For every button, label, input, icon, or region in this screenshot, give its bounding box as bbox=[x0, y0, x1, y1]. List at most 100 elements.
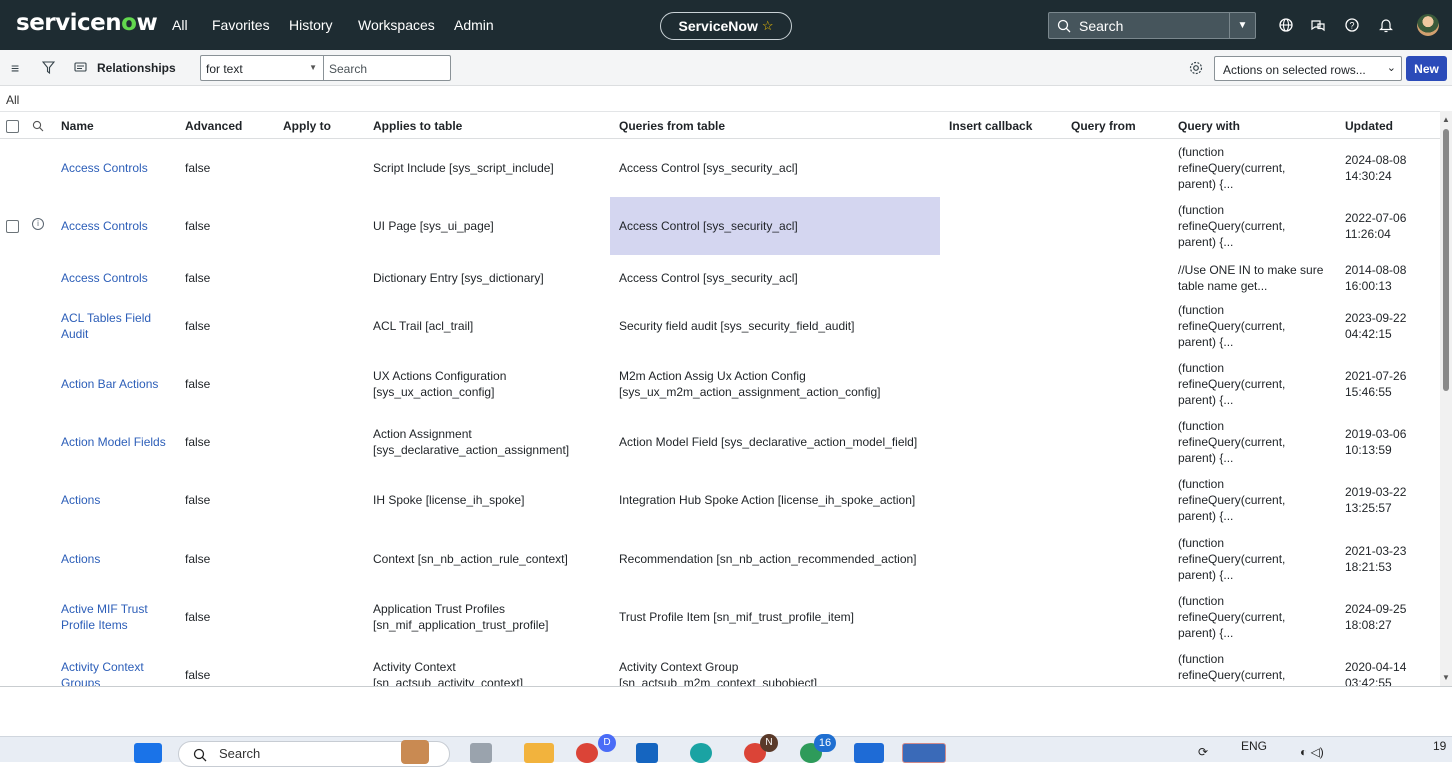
table-row[interactable]: Action Bar Actions false UX Actions Config… bbox=[0, 355, 1440, 413]
cell-applies-to-table-line: [sn_actsub_activity_context] bbox=[373, 676, 524, 686]
cell-name-line: Access Controls bbox=[61, 271, 148, 285]
cell-advanced-line: false bbox=[185, 552, 211, 566]
vertical-scrollbar[interactable]: ▲ ▼ bbox=[1440, 111, 1452, 687]
cell-updated-line: 15:46:55 bbox=[1345, 385, 1392, 399]
help-icon[interactable]: ? bbox=[1342, 15, 1362, 35]
search-field-select[interactable]: for text ▼ bbox=[200, 55, 324, 81]
hamburger-menu-icon[interactable]: ≡ bbox=[11, 60, 19, 76]
cell-query-with-line: refineQuery(current, bbox=[1178, 435, 1286, 449]
active-app-icon[interactable] bbox=[902, 743, 946, 763]
cell-name[interactable]: Actions bbox=[61, 551, 179, 567]
actions-on-selected-rows-select[interactable]: Actions on selected rows... ⌄ bbox=[1214, 56, 1402, 81]
scroll-up-icon[interactable]: ▲ bbox=[1442, 115, 1450, 124]
nav-workspaces[interactable]: Workspaces bbox=[358, 17, 435, 33]
nav-all[interactable]: All bbox=[172, 17, 188, 33]
cell-name[interactable]: Actions bbox=[61, 492, 179, 508]
cell-name[interactable]: Action Bar Actions bbox=[61, 376, 179, 392]
search-scope-dropdown[interactable]: ▼ bbox=[1229, 13, 1255, 38]
filter-icon[interactable] bbox=[42, 61, 55, 74]
table-row[interactable]: ACL Tables Field Audit false ACL Trail [acl… bbox=[0, 297, 1440, 355]
bell-icon[interactable] bbox=[1376, 15, 1396, 35]
list-context-icon[interactable] bbox=[74, 62, 88, 74]
column-apply-to[interactable]: Apply to bbox=[283, 119, 331, 133]
table-row[interactable]: Active MIF Trust Profile Items false Applic… bbox=[0, 588, 1440, 646]
global-search[interactable]: Search ▼ bbox=[1048, 12, 1256, 39]
clock[interactable]: 19 bbox=[1433, 739, 1446, 753]
cell-updated: 2021-07-26 15:46:55 bbox=[1345, 368, 1435, 400]
cell-advanced-line: false bbox=[185, 161, 211, 175]
column-name[interactable]: Name bbox=[61, 119, 94, 133]
outlook-icon[interactable] bbox=[854, 743, 884, 763]
star-icon[interactable]: ☆ bbox=[762, 18, 774, 34]
scrollbar-thumb[interactable] bbox=[1443, 129, 1449, 391]
table-row[interactable]: Activity Context Groups false Activity Cont… bbox=[0, 646, 1440, 686]
breadcrumb[interactable]: All bbox=[6, 93, 19, 107]
cell-query-with: (function refineQuery(current, parent) {..… bbox=[1178, 360, 1338, 408]
table-row[interactable]: Action Model Fields false Action Assignmen… bbox=[0, 413, 1440, 471]
cell-updated-line: 2021-07-26 bbox=[1345, 369, 1407, 383]
cell-applies-to-table-line: ACL Trail [acl_trail] bbox=[373, 319, 474, 333]
cell-name-line: Audit bbox=[61, 327, 89, 341]
user-avatar[interactable] bbox=[1417, 14, 1439, 36]
column-updated[interactable]: Updated bbox=[1345, 119, 1393, 133]
cell-queries-from-table: Access Control [sys_security_acl] bbox=[619, 218, 939, 234]
cell-name[interactable]: ACL Tables Field Audit bbox=[61, 310, 179, 342]
volume-icon[interactable]: ◐ ◁) bbox=[1300, 745, 1324, 759]
chrome-profile-d-icon[interactable] bbox=[576, 743, 598, 763]
cell-updated: 2020-04-14 03:42:55 bbox=[1345, 659, 1435, 686]
cell-updated-line: 11:26:04 bbox=[1345, 227, 1391, 241]
cell-name[interactable]: Access Controls bbox=[61, 160, 179, 176]
nav-history[interactable]: History bbox=[289, 17, 333, 33]
chat-icon[interactable] bbox=[1308, 15, 1328, 35]
info-icon[interactable]: i bbox=[32, 218, 44, 230]
cell-name[interactable]: Access Controls bbox=[61, 218, 179, 234]
search-icon[interactable] bbox=[32, 120, 44, 132]
taskbar-search[interactable]: Search bbox=[178, 740, 450, 767]
cell-name[interactable]: Action Model Fields bbox=[61, 434, 179, 450]
table-row[interactable]: Access Controls false Script Include [sys_… bbox=[0, 139, 1440, 197]
cell-applies-to-table: Application Trust Profiles [sn_mif_applic… bbox=[373, 601, 603, 633]
cell-name[interactable]: Active MIF Trust Profile Items bbox=[61, 601, 179, 633]
column-query-from[interactable]: Query from bbox=[1071, 119, 1136, 133]
new-button[interactable]: New bbox=[1406, 56, 1447, 81]
windows-start-icon[interactable] bbox=[134, 743, 162, 763]
cell-query-with-line: parent) {... bbox=[1178, 177, 1234, 191]
scroll-down-icon[interactable]: ▼ bbox=[1442, 673, 1450, 682]
file-explorer-icon[interactable] bbox=[524, 743, 554, 763]
cell-name[interactable]: Activity Context Groups bbox=[61, 659, 179, 686]
store-icon[interactable] bbox=[636, 743, 658, 763]
globe-icon[interactable] bbox=[1276, 15, 1296, 35]
cell-name[interactable]: Access Controls bbox=[61, 270, 179, 286]
task-view-icon[interactable] bbox=[470, 743, 492, 763]
language-indicator[interactable]: ENG bbox=[1241, 739, 1267, 753]
search-icon bbox=[193, 748, 207, 762]
list-title[interactable]: Relationships bbox=[97, 61, 176, 75]
network-icon[interactable]: ⟳ bbox=[1198, 745, 1208, 759]
column-insert-callback[interactable]: Insert callback bbox=[949, 119, 1032, 133]
cell-advanced: false bbox=[185, 318, 245, 334]
column-applies-to-table[interactable]: Applies to table bbox=[373, 119, 462, 133]
cell-advanced-line: false bbox=[185, 435, 211, 449]
nav-favorites[interactable]: Favorites bbox=[212, 17, 270, 33]
table-row[interactable]: Actions false IH Spoke [license_ih_spoke] I… bbox=[0, 471, 1440, 529]
table-row[interactable]: Actions false Context [sn_nb_action_rule_c… bbox=[0, 530, 1440, 588]
nav-admin[interactable]: Admin bbox=[454, 17, 494, 33]
cell-updated-line: 13:25:57 bbox=[1345, 501, 1392, 515]
cell-query-with: (function refineQuery(current, parent) {..… bbox=[1178, 202, 1338, 250]
servicenow-logo[interactable]: servicenow bbox=[16, 10, 158, 36]
cell-advanced: false bbox=[185, 551, 245, 567]
cell-queries-from-table-line: Integration Hub Spoke Action [license_ih… bbox=[619, 493, 916, 507]
column-advanced[interactable]: Advanced bbox=[185, 119, 242, 133]
instance-name-button[interactable]: ServiceNow ☆ bbox=[660, 12, 792, 40]
column-queries-from-table[interactable]: Queries from table bbox=[619, 119, 725, 133]
column-query-with[interactable]: Query with bbox=[1178, 119, 1240, 133]
gear-icon[interactable] bbox=[1188, 60, 1204, 76]
cell-query-with-line: (function bbox=[1178, 536, 1225, 550]
table-row[interactable]: i Access Controls false UI Page [sys_ui_pag… bbox=[0, 197, 1440, 255]
select-all-checkbox[interactable] bbox=[6, 120, 19, 133]
cell-advanced-line: false bbox=[185, 271, 211, 285]
list-search-input[interactable]: Search bbox=[323, 55, 451, 81]
cell-query-with-line: //Use ONE IN to make sure bbox=[1178, 263, 1324, 277]
row-checkbox[interactable] bbox=[6, 220, 19, 233]
edge-icon[interactable] bbox=[690, 743, 712, 763]
